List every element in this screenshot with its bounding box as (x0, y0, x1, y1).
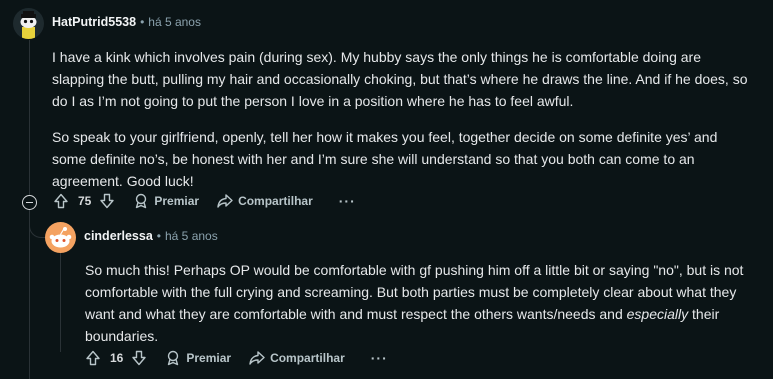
meta-separator: • (140, 15, 145, 29)
avatar[interactable] (13, 8, 44, 39)
comment-paragraph: So much this! Perhaps OP would be comfor… (85, 259, 757, 347)
minus-icon (26, 201, 33, 204)
thread-line-continue (29, 210, 30, 379)
vote-count: 16 (110, 351, 124, 365)
timestamp[interactable]: há 5 anos (165, 229, 218, 243)
thread-elbow (29, 215, 45, 238)
author-link[interactable]: HatPutrid5538 (52, 15, 136, 29)
author-link[interactable]: cinderlessa (84, 229, 153, 243)
downvote-arrow-icon (132, 350, 147, 366)
comment-body: I have a kink which involves pain (durin… (52, 46, 752, 206)
emphasis-text: especially (626, 306, 689, 322)
downvote-button[interactable] (99, 193, 115, 209)
comment-paragraph: I have a kink which involves pain (durin… (52, 49, 748, 109)
avatar[interactable] (45, 222, 76, 253)
share-arrow-icon (249, 351, 265, 365)
thread-line-main (29, 40, 30, 195)
award-icon (136, 193, 147, 209)
downvote-arrow-icon (100, 193, 115, 209)
upvote-button[interactable] (53, 193, 69, 209)
upvote-arrow-icon (54, 193, 68, 209)
share-button[interactable]: Compartilhar (217, 193, 313, 209)
share-label: Compartilhar (238, 194, 313, 208)
meta-separator: • (156, 229, 161, 243)
upvote-arrow-icon (86, 350, 100, 366)
collapse-thread-button[interactable] (22, 195, 37, 210)
comment-actions: 75 Premiar Compartilhar ··· (53, 193, 356, 209)
award-button[interactable]: Premiar (165, 350, 231, 366)
comment-meta: HatPutrid5538 • há 5 anos (52, 15, 201, 29)
snoo-avatar-icon (20, 11, 37, 39)
vote-count: 75 (78, 194, 92, 208)
comment-body: So much this! Perhaps OP would be comfor… (85, 259, 757, 361)
share-button[interactable]: Compartilhar (249, 350, 345, 366)
award-label: Premiar (186, 351, 232, 365)
share-label: Compartilhar (270, 351, 345, 365)
timestamp[interactable]: há 5 anos (148, 15, 201, 29)
upvote-button[interactable] (85, 350, 101, 366)
snoo-avatar-icon (49, 227, 72, 248)
more-options-button[interactable]: ··· (371, 350, 388, 366)
more-options-button[interactable]: ··· (339, 193, 356, 209)
comment-actions: 16 Premiar Compartilhar ··· (85, 350, 388, 366)
award-button[interactable]: Premiar (133, 193, 199, 209)
comment-meta: cinderlessa • há 5 anos (84, 229, 218, 243)
downvote-button[interactable] (131, 350, 147, 366)
comment-paragraph: So speak to your girlfriend, openly, tel… (52, 129, 718, 189)
share-arrow-icon (217, 194, 233, 208)
award-label: Premiar (154, 194, 200, 208)
thread-line-reply (60, 252, 61, 352)
award-icon (168, 350, 179, 366)
